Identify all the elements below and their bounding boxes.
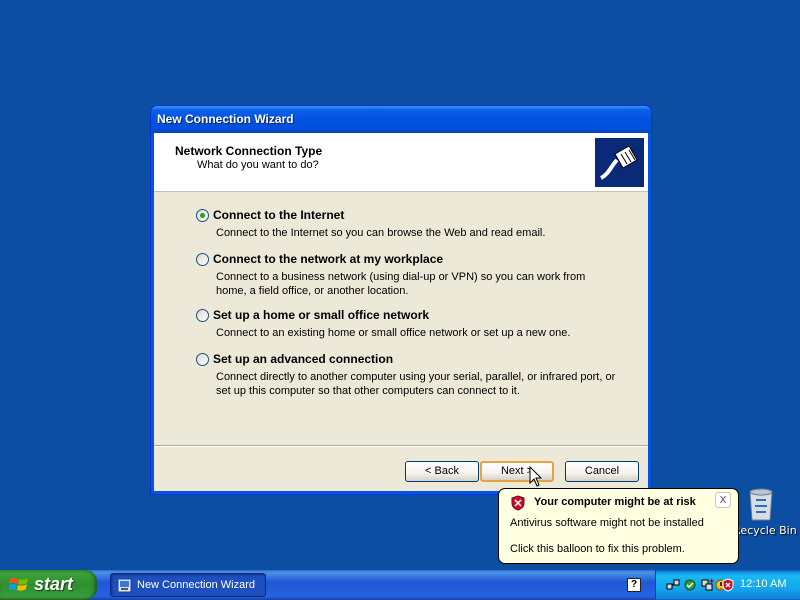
page-subtitle: What do you want to do? [197, 159, 319, 171]
radio-home-network[interactable] [196, 309, 209, 322]
option-label[interactable]: Connect to the Internet [213, 208, 344, 222]
system-tray: 12:10 AM [655, 570, 800, 600]
clock[interactable]: 12:10 AM [740, 578, 786, 590]
start-button[interactable]: start [0, 570, 97, 600]
cancel-button[interactable]: Cancel [565, 461, 639, 482]
help-icon[interactable]: ? [627, 578, 641, 592]
security-shield-icon [511, 495, 525, 511]
network-activity-icon[interactable] [700, 578, 714, 592]
button-separator [154, 445, 648, 447]
security-alert-balloon[interactable]: Your computer might be at risk x Antivir… [498, 488, 739, 564]
option-label[interactable]: Connect to the network at my workplace [213, 252, 443, 266]
network-cable-icon [595, 138, 644, 187]
option-description: Connect to the Internet so you can brows… [216, 227, 546, 239]
taskbar-item-new-connection-wizard[interactable]: New Connection Wizard [110, 573, 266, 597]
title-bar[interactable]: New Connection Wizard [151, 106, 651, 133]
recycle-bin-icon [749, 488, 773, 521]
recycle-bin[interactable]: Recycle Bin [730, 486, 800, 546]
balloon-message: Antivirus software might not be installe… [510, 517, 704, 529]
option-label[interactable]: Set up a home or small office network [213, 308, 429, 322]
radio-advanced-connection[interactable] [196, 353, 209, 366]
option-description: Connect to a business network (using dia… [216, 271, 586, 297]
wizard-header: Network Connection Type What do you want… [154, 133, 648, 192]
window-title: New Connection Wizard [157, 112, 294, 126]
balloon-action-text[interactable]: Click this balloon to fix this problem. [510, 543, 685, 555]
desktop: Recycle Bin New Connection Wizard Networ… [0, 0, 800, 570]
windows-logo-icon [9, 577, 28, 591]
security-icon[interactable] [683, 578, 697, 592]
option-label[interactable]: Set up an advanced connection [213, 352, 393, 366]
balloon-close-button[interactable]: x [715, 492, 731, 508]
radio-connect-internet[interactable] [196, 209, 209, 222]
back-button[interactable]: < Back [405, 461, 479, 482]
connection-type-options: Connect to the Internet Connect to the I… [154, 193, 648, 445]
wizard-body: Network Connection Type What do you want… [154, 133, 648, 491]
security-alert-icon[interactable] [721, 578, 735, 592]
radio-connect-workplace[interactable] [196, 253, 209, 266]
network-wizard-icon [117, 578, 132, 593]
page-title: Network Connection Type [175, 144, 323, 158]
recycle-bin-label: Recycle Bin [733, 524, 797, 537]
balloon-title: Your computer might be at risk [534, 496, 696, 508]
taskbar-item-label: New Connection Wizard [137, 579, 255, 591]
mouse-cursor-icon [529, 466, 543, 487]
new-connection-wizard-window: New Connection Wizard Network Connection… [150, 105, 652, 495]
start-label: start [34, 574, 74, 594]
network-icon[interactable] [666, 578, 680, 592]
option-description: Connect to an existing home or small off… [216, 327, 571, 339]
option-description: Connect directly to another computer usi… [216, 371, 616, 397]
